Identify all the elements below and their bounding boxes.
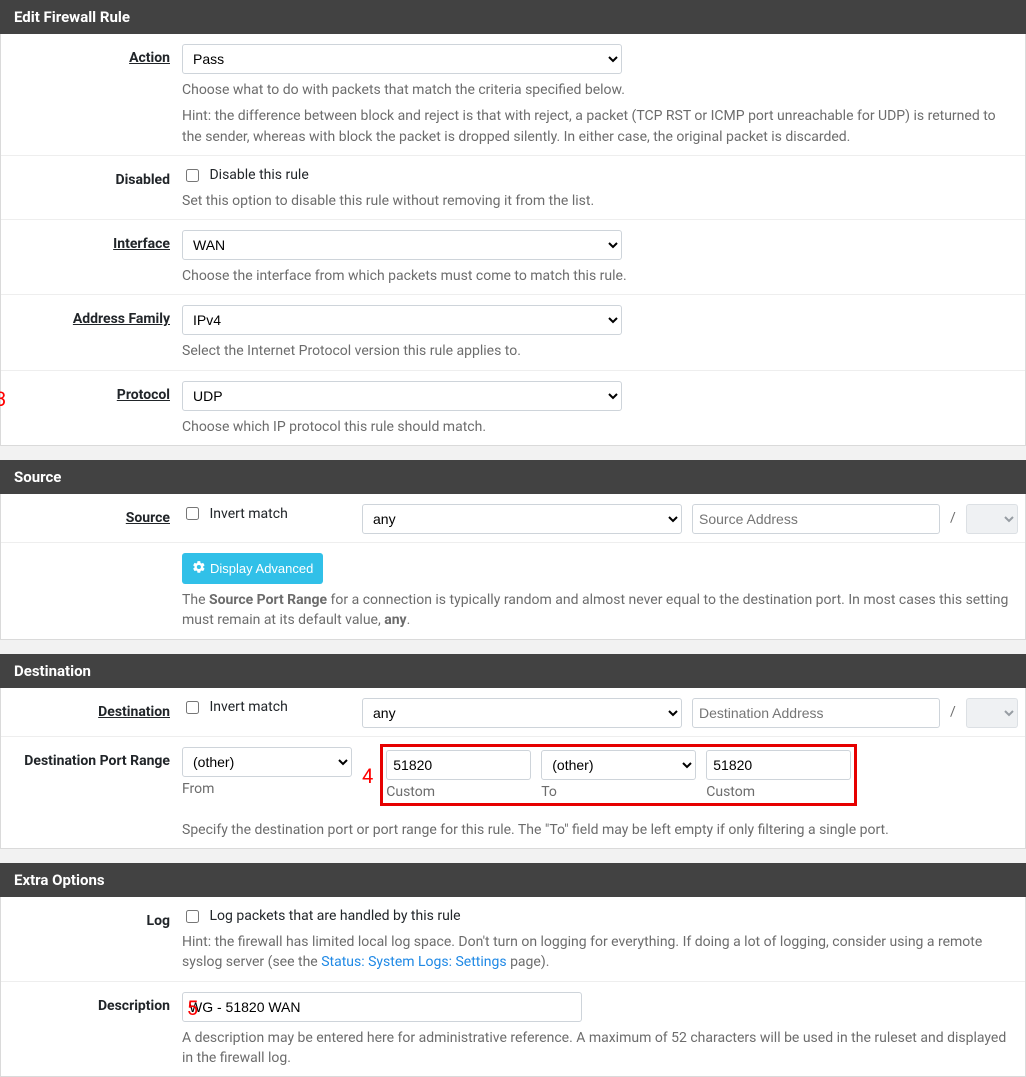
dpr-from-select[interactable]: (other) [182,747,352,777]
source-invert-wrap[interactable]: Invert match [182,504,352,523]
disabled-checkbox-wrap[interactable]: Disable this rule [182,167,309,183]
row-destination: Destination Invert match any / [1,688,1025,737]
interface-help: Choose the interface from which packets … [182,266,1011,286]
row-description: Description 5 A description may be enter… [1,982,1025,1077]
row-af: Address Family IPv4 Select the Internet … [1,295,1025,370]
mask-slash: / [950,504,956,526]
row-source: Source Invert match any / [1,494,1025,543]
action-select[interactable]: Pass [182,44,622,74]
annotation-5: 5 [187,996,198,1020]
row-disabled: Disabled Disable this rule Set this opti… [1,156,1025,220]
annotation-4: 4 [362,764,373,788]
description-help: A description may be entered here for ad… [182,1028,1011,1069]
highlight-box-dpr: Custom (other) To Custom [380,744,857,806]
log-checkbox[interactable] [186,910,199,923]
row-interface: Interface WAN Choose the interface from … [1,220,1025,295]
source-help: The Source Port Range for a connection i… [182,590,1011,631]
row-dpr: Destination Port Range (other) From 4 Cu… [1,737,1025,848]
row-protocol: 3 Protocol UDP Choose which IP protocol … [1,371,1025,445]
dpr-from-custom-input[interactable] [386,750,531,780]
log-hint: Hint: the firewall has limited local log… [182,932,1011,973]
source-invert-checkbox[interactable] [186,507,199,520]
action-help: Choose what to do with packets that matc… [182,80,1011,100]
dest-mask-select [966,698,1018,728]
section-header-source: Source [0,460,1026,494]
protocol-help: Choose which IP protocol this rule shoul… [182,417,1011,437]
panel-source: Source Invert match any / [0,494,1026,640]
section-header-destination: Destination [0,654,1026,688]
log-checkbox-wrap[interactable]: Log packets that are handled by this rul… [182,908,461,924]
dest-invert-wrap[interactable]: Invert match [182,698,352,717]
syslog-settings-link[interactable]: Status: System Logs: Settings [321,954,506,970]
label-protocol[interactable]: Protocol [117,387,170,403]
panel-edit: Action Pass Choose what to do with packe… [0,34,1026,446]
row-source-adv: Display Advanced The Source Port Range f… [1,543,1025,639]
label-log: Log [147,913,170,929]
protocol-select[interactable]: UDP [182,381,622,411]
label-disabled: Disabled [115,172,170,188]
source-type-select[interactable]: any [362,504,682,534]
disabled-help: Set this option to disable this rule wit… [182,191,1011,211]
label-interface[interactable]: Interface [113,236,170,252]
display-advanced-button[interactable]: Display Advanced [182,553,323,584]
disabled-checkbox[interactable] [186,169,199,182]
label-af[interactable]: Address Family [73,311,170,327]
source-address-input [692,504,940,534]
annotation-3: 3 [0,387,6,411]
dest-invert-checkbox[interactable] [186,701,199,714]
source-mask-select [966,504,1018,534]
af-help: Select the Internet Protocol version thi… [182,341,1011,361]
dpr-to-custom-input[interactable] [706,750,851,780]
action-hint: Hint: the difference between block and r… [182,106,1011,147]
row-action: Action Pass Choose what to do with packe… [1,34,1025,156]
interface-select[interactable]: WAN [182,230,622,260]
description-input[interactable] [182,992,582,1022]
af-select[interactable]: IPv4 [182,305,622,335]
label-source[interactable]: Source [126,510,170,526]
mask-slash-dest: / [950,698,956,720]
gear-icon [192,560,206,577]
dpr-to-select[interactable]: (other) [541,750,696,780]
dpr-help: Specify the destination port or port ran… [182,820,1011,840]
section-header-edit: Edit Firewall Rule [0,0,1026,34]
label-destination[interactable]: Destination [98,704,170,720]
row-log: Log Log packets that are handled by this… [1,897,1025,982]
panel-destination: Destination Invert match any / [0,688,1026,849]
label-dpr: Destination Port Range [24,753,170,769]
label-description: Description [98,998,170,1014]
label-action[interactable]: Action [129,50,170,66]
panel-extra: Log Log packets that are handled by this… [0,897,1026,1077]
dest-address-input [692,698,940,728]
dest-type-select[interactable]: any [362,698,682,728]
